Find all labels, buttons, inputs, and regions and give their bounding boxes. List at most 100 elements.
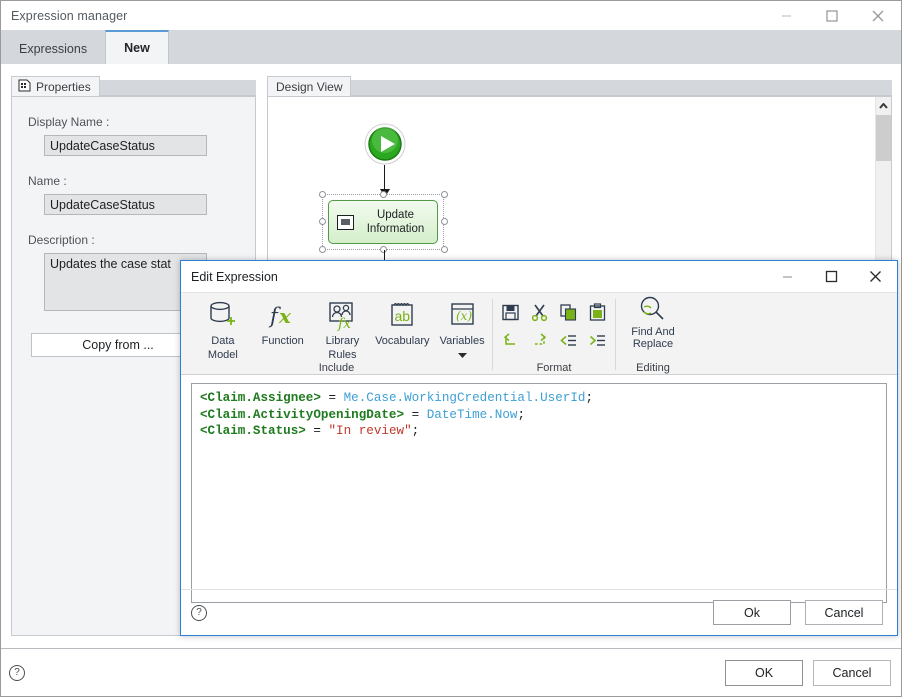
resize-handle-w[interactable] [319, 218, 326, 225]
svg-text:x: x [278, 304, 292, 328]
variables-x-icon: (x) [445, 297, 479, 333]
editor-wrap: <Claim.Assignee> = Me.Case.WorkingCreden… [181, 375, 897, 603]
resize-handle-n[interactable] [380, 191, 387, 198]
decrease-indent-icon[interactable] [556, 327, 582, 353]
paste-icon[interactable] [585, 299, 611, 325]
code-token-tag: <Claim.Status> [200, 424, 306, 438]
code-token-op: = [305, 424, 329, 438]
svg-text:ab: ab [395, 308, 411, 324]
edit-expression-dialog: Edit Expression Data Model f x Function … [180, 260, 898, 636]
dialog-maximize-icon[interactable] [809, 261, 853, 292]
expression-code-editor[interactable]: <Claim.Assignee> = Me.Case.WorkingCreden… [191, 383, 887, 603]
save-icon[interactable] [498, 299, 524, 325]
app-window: Expression manager Expressions New Prope… [0, 0, 902, 697]
resize-handle-sw[interactable] [319, 246, 326, 253]
chevron-up-icon[interactable] [876, 97, 891, 114]
ribbon-group-label-format: Format [536, 361, 572, 374]
resize-handle-nw[interactable] [319, 191, 326, 198]
tab-properties-label: Properties [36, 79, 91, 94]
code-token-op: ; [585, 391, 594, 405]
library-rules-icon: fx [325, 297, 359, 333]
start-node-icon[interactable] [364, 123, 406, 165]
code-token-str: "In review" [328, 424, 412, 438]
function-fx-icon: f x [266, 297, 300, 333]
name-label: Name : [28, 174, 67, 188]
ribbon-button-function[interactable]: f x Function [253, 297, 313, 349]
ribbon-label-variables-1: Variables [439, 335, 485, 347]
resize-handle-se[interactable] [441, 246, 448, 253]
display-name-label: Display Name : [28, 115, 110, 129]
svg-text:(x): (x) [456, 309, 472, 323]
code-token-tag: <Claim.Assignee> [200, 391, 321, 405]
design-vertical-scroll-thumb[interactable] [876, 115, 891, 161]
ribbon-button-data-model[interactable]: Data Model [193, 297, 253, 361]
code-line: <Claim.ActivityOpeningDate> = DateTime.N… [200, 407, 878, 424]
code-line: <Claim.Assignee> = Me.Case.WorkingCreden… [200, 390, 878, 407]
ribbon-group-label-editing: Editing [636, 361, 670, 374]
dialog-title: Edit Expression [191, 269, 278, 284]
update-information-icon [337, 214, 354, 230]
dialog-window-controls [765, 261, 897, 293]
ribbon-label-data-model-2: Model [207, 349, 238, 361]
dialog-help-icon[interactable]: ? [191, 604, 207, 621]
ribbon-group-format: Format [493, 293, 615, 375]
copy-icon[interactable] [556, 299, 582, 325]
tab-properties[interactable]: Properties [11, 76, 100, 96]
cancel-button[interactable]: Cancel [813, 659, 891, 686]
dialog-titlebar: Edit Expression [181, 261, 897, 293]
dialog-close-icon[interactable] [853, 261, 897, 292]
ribbon-label-vocabulary-1: Vocabulary [375, 335, 430, 347]
design-view-tab-filler [351, 80, 892, 96]
ribbon-label-function-1: Function [261, 335, 304, 347]
ribbon-button-find-and-replace[interactable]: Find And Replace [617, 295, 689, 350]
vocabulary-ab-icon: ab [385, 297, 419, 333]
tab-new[interactable]: New [105, 30, 169, 64]
undo-icon[interactable] [498, 327, 524, 353]
dialog-ribbon: Data Model f x Function fx Library Rules… [181, 293, 897, 375]
dialog-cancel-button[interactable]: Cancel [805, 600, 883, 625]
resize-handle-e[interactable] [441, 218, 448, 225]
properties-grid-icon [18, 79, 31, 95]
code-token-op: = [404, 407, 427, 422]
maximize-icon[interactable] [809, 1, 855, 30]
help-icon[interactable]: ? [9, 664, 25, 681]
chevron-down-icon[interactable] [457, 349, 467, 361]
ribbon-label-find-1: Find And [631, 326, 675, 338]
connector-line-1 [384, 165, 386, 192]
increase-indent-icon[interactable] [585, 327, 611, 353]
main-tabstrip: Expressions New [1, 30, 901, 64]
main-footer: ? OK Cancel [1, 648, 901, 696]
ribbon-label-library-rules-2: Rules [328, 349, 357, 361]
code-token-ref: Me.Case.WorkingCredential.UserId [343, 391, 586, 405]
code-token-op: ; [411, 424, 420, 438]
activity-label-line2: Information [366, 223, 425, 235]
ribbon-button-variables[interactable]: (x) Variables [432, 297, 492, 361]
dialog-minimize-icon[interactable] [765, 261, 809, 292]
window-titlebar: Expression manager [1, 1, 901, 30]
code-token-tag: <Claim.ActivityOpeningDate> [200, 407, 405, 422]
dialog-ok-button[interactable]: Ok [713, 600, 791, 625]
ribbon-button-vocabulary[interactable]: ab Vocabulary [372, 297, 432, 349]
ribbon-label-data-model-1: Data [211, 335, 235, 347]
activity-node-update-information[interactable]: Update Information [328, 200, 438, 244]
ribbon-label-library-rules-1: Library [325, 335, 360, 347]
copy-from-button[interactable]: Copy from ... [31, 333, 205, 357]
dialog-footer: ? Ok Cancel [181, 589, 897, 635]
tab-expressions[interactable]: Expressions [1, 34, 105, 64]
tab-design-view[interactable]: Design View [267, 76, 352, 96]
description-label: Description : [28, 233, 95, 247]
minimize-icon[interactable] [763, 1, 809, 30]
resize-handle-ne[interactable] [441, 191, 448, 198]
cut-scissors-icon[interactable] [527, 299, 553, 325]
display-name-input[interactable]: UpdateCaseStatus [44, 135, 207, 156]
ok-button[interactable]: OK [725, 659, 803, 686]
redo-icon[interactable] [527, 327, 553, 353]
name-input[interactable]: UpdateCaseStatus [44, 194, 207, 215]
ribbon-button-library-rules[interactable]: fx Library Rules [313, 297, 373, 361]
window-title: Expression manager [11, 8, 128, 23]
svg-text:fx: fx [337, 316, 351, 331]
close-icon[interactable] [855, 1, 901, 30]
ribbon-label-find-2: Replace [632, 338, 674, 350]
ribbon-group-include: Data Model f x Function fx Library Rules… [181, 293, 492, 375]
code-token-op: = [320, 391, 344, 405]
